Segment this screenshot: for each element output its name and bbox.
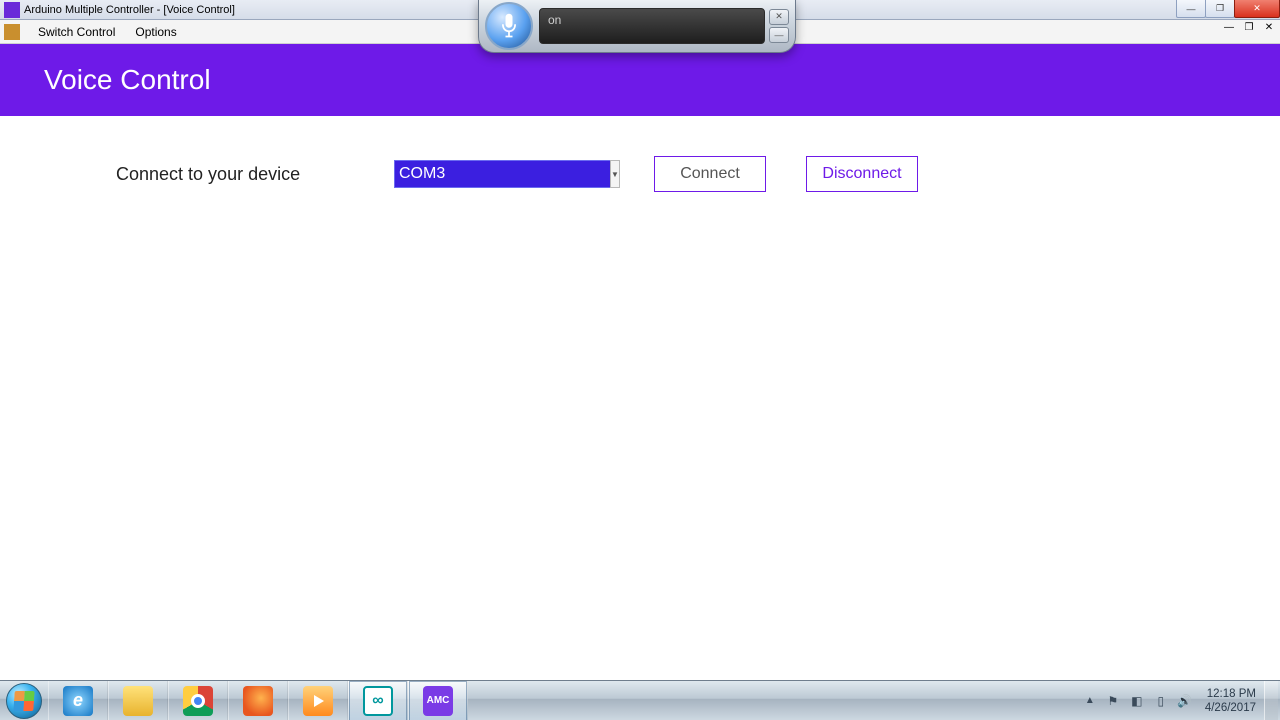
taskbar-arduino-ide[interactable]: ∞: [348, 681, 408, 720]
arduino-icon: ∞: [363, 686, 393, 716]
speech-minimize-button[interactable]: —: [769, 27, 789, 43]
page-header: Voice Control: [0, 44, 1280, 116]
taskbar-ie[interactable]: [48, 681, 108, 720]
menu-switch-control[interactable]: Switch Control: [28, 23, 125, 41]
taskbar[interactable]: ∞ AMC ▲ ⚑ ◧ ▯ 🔊 12:18 PM 4/26/2017: [0, 680, 1280, 720]
port-combobox[interactable]: ▼: [394, 160, 572, 188]
window-control-buttons: — ❐ ✕: [1177, 0, 1280, 19]
tray-battery-icon[interactable]: ▯: [1152, 692, 1170, 710]
firefox-icon: [243, 686, 273, 716]
mdi-buttons: — ❐ ✕: [1222, 22, 1276, 33]
minimize-button[interactable]: —: [1176, 0, 1206, 18]
main-content: Connect to your device ▼ Connect Disconn…: [0, 116, 1280, 680]
close-button[interactable]: ✕: [1234, 0, 1280, 18]
page-title: Voice Control: [44, 64, 211, 96]
connect-button-label: Connect: [680, 165, 740, 183]
menu-app-icon: [4, 24, 20, 40]
folder-icon: [123, 686, 153, 716]
start-button[interactable]: [0, 681, 48, 720]
taskbar-amc-app[interactable]: AMC: [408, 681, 468, 720]
mdi-close[interactable]: ✕: [1262, 22, 1276, 33]
system-tray: ▲ ⚑ ◧ ▯ 🔊 12:18 PM 4/26/2017: [1085, 681, 1280, 720]
app-icon: [4, 2, 20, 18]
taskbar-pinned-apps: ∞ AMC: [48, 681, 468, 720]
connect-label: Connect to your device: [116, 164, 394, 185]
chevron-down-icon[interactable]: ▼: [610, 160, 620, 188]
speech-side-buttons: ✕ —: [769, 9, 789, 43]
play-icon: [303, 686, 333, 716]
menu-options[interactable]: Options: [125, 23, 186, 41]
microphone-button[interactable]: [485, 2, 533, 50]
tray-time: 12:18 PM: [1205, 687, 1256, 701]
show-desktop-button[interactable]: [1264, 681, 1278, 720]
chrome-icon: [183, 686, 213, 716]
amc-icon: AMC: [423, 686, 453, 716]
speech-status-display: on: [539, 8, 765, 44]
tray-network-icon[interactable]: ◧: [1128, 692, 1146, 710]
port-field[interactable]: [394, 160, 611, 188]
connect-button[interactable]: Connect: [654, 156, 766, 192]
window-title: Arduino Multiple Controller - [Voice Con…: [24, 4, 235, 16]
tray-volume-icon[interactable]: 🔊: [1176, 692, 1194, 710]
tray-clock[interactable]: 12:18 PM 4/26/2017: [1197, 687, 1264, 715]
speech-recognition-widget[interactable]: on ✕ —: [478, 0, 796, 53]
maximize-button[interactable]: ❐: [1205, 0, 1235, 18]
windows-logo-icon: [6, 683, 42, 719]
tray-date: 4/26/2017: [1205, 701, 1256, 715]
taskbar-mediaplayer[interactable]: [288, 681, 348, 720]
disconnect-button-label: Disconnect: [822, 165, 901, 183]
tray-action-center-icon[interactable]: ⚑: [1104, 692, 1122, 710]
microphone-icon: [498, 12, 520, 40]
speech-status-text: on: [548, 13, 561, 27]
mdi-restore[interactable]: ❐: [1242, 22, 1256, 33]
mdi-minimize[interactable]: —: [1222, 22, 1236, 33]
taskbar-chrome[interactable]: [168, 681, 228, 720]
desktop-root: on ✕ — Arduino Multiple Controller - [Vo…: [0, 0, 1280, 720]
tray-show-hidden-icons[interactable]: ▲: [1085, 695, 1095, 706]
speech-close-button[interactable]: ✕: [769, 9, 789, 25]
connect-row: Connect to your device ▼ Connect Disconn…: [0, 156, 1280, 192]
taskbar-explorer[interactable]: [108, 681, 168, 720]
ie-icon: [63, 686, 93, 716]
disconnect-button[interactable]: Disconnect: [806, 156, 918, 192]
taskbar-firefox[interactable]: [228, 681, 288, 720]
